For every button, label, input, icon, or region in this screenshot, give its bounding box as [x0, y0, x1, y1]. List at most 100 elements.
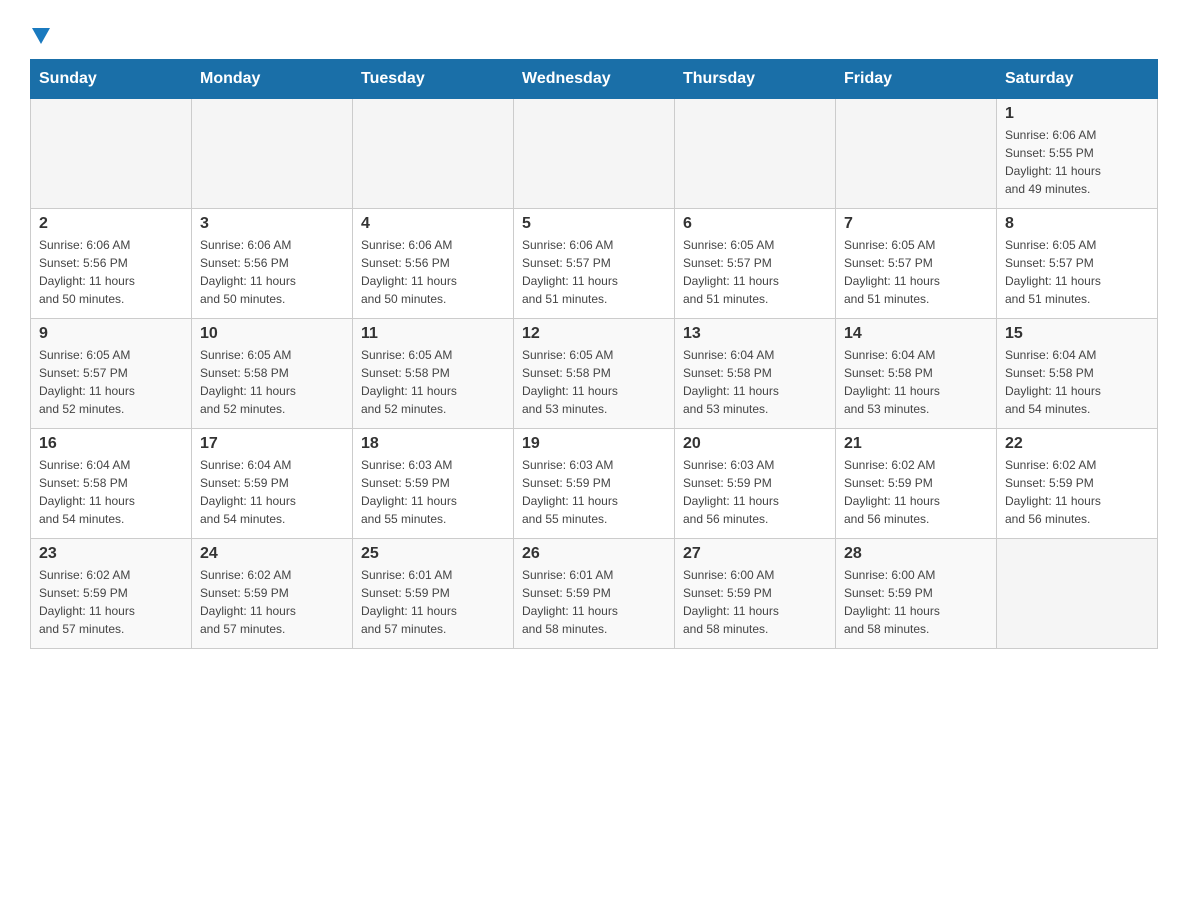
calendar-day-cell: 15 Sunrise: 6:04 AM Sunset: 5:58 PM Dayli… [997, 318, 1158, 428]
header-tuesday: Tuesday [353, 59, 514, 98]
calendar-day-cell: 13 Sunrise: 6:04 AM Sunset: 5:58 PM Dayli… [675, 318, 836, 428]
day-info: Sunrise: 6:05 AM Sunset: 5:57 PM Dayligh… [683, 236, 827, 308]
day-info: Sunrise: 6:05 AM Sunset: 5:58 PM Dayligh… [200, 346, 344, 418]
day-number: 15 [1005, 325, 1149, 343]
calendar-day-cell: 21 Sunrise: 6:02 AM Sunset: 5:59 PM Dayli… [836, 428, 997, 538]
header-thursday: Thursday [675, 59, 836, 98]
header-sunday: Sunday [31, 59, 192, 98]
calendar-day-cell: 10 Sunrise: 6:05 AM Sunset: 5:58 PM Dayli… [192, 318, 353, 428]
day-number: 13 [683, 325, 827, 343]
calendar-week-row: 9 Sunrise: 6:05 AM Sunset: 5:57 PM Daylig… [31, 318, 1158, 428]
day-number: 28 [844, 545, 988, 563]
logo-triangle-icon [32, 28, 50, 44]
header-friday: Friday [836, 59, 997, 98]
day-number: 21 [844, 435, 988, 453]
day-number: 17 [200, 435, 344, 453]
day-number: 14 [844, 325, 988, 343]
day-info: Sunrise: 6:05 AM Sunset: 5:57 PM Dayligh… [1005, 236, 1149, 308]
day-info: Sunrise: 6:01 AM Sunset: 5:59 PM Dayligh… [361, 566, 505, 638]
calendar-day-cell: 25 Sunrise: 6:01 AM Sunset: 5:59 PM Dayli… [353, 538, 514, 648]
day-number: 27 [683, 545, 827, 563]
day-number: 5 [522, 215, 666, 233]
calendar-week-row: 16Sunrise: 6:04 AM Sunset: 5:58 PM Dayli… [31, 428, 1158, 538]
day-number: 25 [361, 545, 505, 563]
day-number: 16 [39, 435, 183, 453]
calendar-header-row: SundayMondayTuesdayWednesdayThursdayFrid… [31, 59, 1158, 98]
day-number: 4 [361, 215, 505, 233]
calendar-day-cell [192, 98, 353, 208]
day-number: 23 [39, 545, 183, 563]
day-info: Sunrise: 6:00 AM Sunset: 5:59 PM Dayligh… [683, 566, 827, 638]
calendar-day-cell: 4 Sunrise: 6:06 AM Sunset: 5:56 PM Daylig… [353, 208, 514, 318]
day-info: Sunrise: 6:03 AM Sunset: 5:59 PM Dayligh… [683, 456, 827, 528]
calendar-day-cell [836, 98, 997, 208]
calendar-day-cell: 3 Sunrise: 6:06 AM Sunset: 5:56 PM Daylig… [192, 208, 353, 318]
day-info: Sunrise: 6:03 AM Sunset: 5:59 PM Dayligh… [522, 456, 666, 528]
day-info: Sunrise: 6:06 AM Sunset: 5:55 PM Dayligh… [1005, 126, 1149, 198]
calendar-week-row: 2 Sunrise: 6:06 AM Sunset: 5:56 PM Daylig… [31, 208, 1158, 318]
header-monday: Monday [192, 59, 353, 98]
calendar-day-cell: 5 Sunrise: 6:06 AM Sunset: 5:57 PM Daylig… [514, 208, 675, 318]
day-info: Sunrise: 6:02 AM Sunset: 5:59 PM Dayligh… [39, 566, 183, 638]
header-saturday: Saturday [997, 59, 1158, 98]
calendar-day-cell: 18 Sunrise: 6:03 AM Sunset: 5:59 PM Dayli… [353, 428, 514, 538]
day-number: 7 [844, 215, 988, 233]
day-number: 12 [522, 325, 666, 343]
day-info: Sunrise: 6:01 AM Sunset: 5:59 PM Dayligh… [522, 566, 666, 638]
day-info: Sunrise: 6:05 AM Sunset: 5:57 PM Dayligh… [844, 236, 988, 308]
calendar-day-cell: 19 Sunrise: 6:03 AM Sunset: 5:59 PM Dayli… [514, 428, 675, 538]
day-number: 2 [39, 215, 183, 233]
calendar-day-cell: 9 Sunrise: 6:05 AM Sunset: 5:57 PM Daylig… [31, 318, 192, 428]
day-number: 8 [1005, 215, 1149, 233]
day-info: Sunrise: 6:05 AM Sunset: 5:58 PM Dayligh… [522, 346, 666, 418]
calendar-day-cell: 8 Sunrise: 6:05 AM Sunset: 5:57 PM Daylig… [997, 208, 1158, 318]
day-number: 18 [361, 435, 505, 453]
logo [30, 20, 50, 49]
calendar-day-cell [353, 98, 514, 208]
calendar-day-cell: 6 Sunrise: 6:05 AM Sunset: 5:57 PM Daylig… [675, 208, 836, 318]
calendar-day-cell: 26 Sunrise: 6:01 AM Sunset: 5:59 PM Dayli… [514, 538, 675, 648]
calendar-table: SundayMondayTuesdayWednesdayThursdayFrid… [30, 59, 1158, 649]
day-info: Sunrise: 6:00 AM Sunset: 5:59 PM Dayligh… [844, 566, 988, 638]
calendar-day-cell: 16Sunrise: 6:04 AM Sunset: 5:58 PM Dayli… [31, 428, 192, 538]
day-info: Sunrise: 6:02 AM Sunset: 5:59 PM Dayligh… [1005, 456, 1149, 528]
calendar-day-cell: 28 Sunrise: 6:00 AM Sunset: 5:59 PM Dayli… [836, 538, 997, 648]
day-info: Sunrise: 6:05 AM Sunset: 5:57 PM Dayligh… [39, 346, 183, 418]
calendar-week-row: 1 Sunrise: 6:06 AM Sunset: 5:55 PM Daylig… [31, 98, 1158, 208]
day-info: Sunrise: 6:04 AM Sunset: 5:58 PM Dayligh… [683, 346, 827, 418]
calendar-day-cell [514, 98, 675, 208]
calendar-day-cell: 23 Sunrise: 6:02 AM Sunset: 5:59 PM Dayli… [31, 538, 192, 648]
header-wednesday: Wednesday [514, 59, 675, 98]
day-info: Sunrise: 6:06 AM Sunset: 5:56 PM Dayligh… [361, 236, 505, 308]
day-info: Sunrise: 6:03 AM Sunset: 5:59 PM Dayligh… [361, 456, 505, 528]
day-info: Sunrise: 6:04 AM Sunset: 5:59 PM Dayligh… [200, 456, 344, 528]
logo-blue [30, 20, 50, 49]
day-info: Sunrise: 6:06 AM Sunset: 5:56 PM Dayligh… [200, 236, 344, 308]
calendar-day-cell: 17 Sunrise: 6:04 AM Sunset: 5:59 PM Dayli… [192, 428, 353, 538]
day-number: 26 [522, 545, 666, 563]
day-number: 3 [200, 215, 344, 233]
calendar-day-cell: 2Sunrise: 6:06 AM Sunset: 5:56 PM Daylig… [31, 208, 192, 318]
day-info: Sunrise: 6:04 AM Sunset: 5:58 PM Dayligh… [1005, 346, 1149, 418]
day-info: Sunrise: 6:05 AM Sunset: 5:58 PM Dayligh… [361, 346, 505, 418]
calendar-day-cell [675, 98, 836, 208]
day-number: 19 [522, 435, 666, 453]
calendar-week-row: 23 Sunrise: 6:02 AM Sunset: 5:59 PM Dayli… [31, 538, 1158, 648]
day-number: 10 [200, 325, 344, 343]
calendar-day-cell: 11 Sunrise: 6:05 AM Sunset: 5:58 PM Dayli… [353, 318, 514, 428]
day-number: 20 [683, 435, 827, 453]
day-info: Sunrise: 6:06 AM Sunset: 5:57 PM Dayligh… [522, 236, 666, 308]
calendar-day-cell: 20 Sunrise: 6:03 AM Sunset: 5:59 PM Dayli… [675, 428, 836, 538]
calendar-day-cell [31, 98, 192, 208]
calendar-day-cell: 7 Sunrise: 6:05 AM Sunset: 5:57 PM Daylig… [836, 208, 997, 318]
calendar-day-cell: 22Sunrise: 6:02 AM Sunset: 5:59 PM Dayli… [997, 428, 1158, 538]
day-number: 1 [1005, 105, 1149, 123]
calendar-day-cell: 24 Sunrise: 6:02 AM Sunset: 5:59 PM Dayli… [192, 538, 353, 648]
day-info: Sunrise: 6:02 AM Sunset: 5:59 PM Dayligh… [844, 456, 988, 528]
day-number: 24 [200, 545, 344, 563]
day-number: 6 [683, 215, 827, 233]
calendar-day-cell: 14Sunrise: 6:04 AM Sunset: 5:58 PM Dayli… [836, 318, 997, 428]
day-info: Sunrise: 6:02 AM Sunset: 5:59 PM Dayligh… [200, 566, 344, 638]
day-number: 9 [39, 325, 183, 343]
day-number: 11 [361, 325, 505, 343]
